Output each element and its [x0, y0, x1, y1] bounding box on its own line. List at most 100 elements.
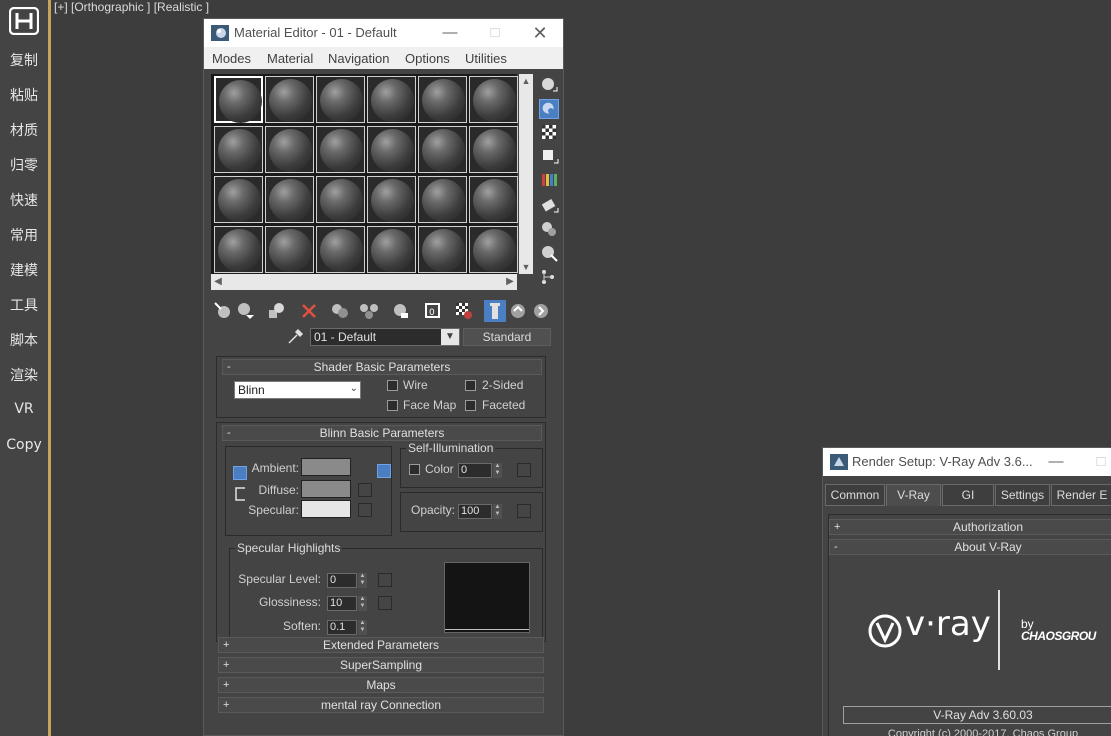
authorization-rollout[interactable]: + Authorization	[829, 519, 1111, 535]
sidebar-item-modeling[interactable]: 建模	[0, 260, 48, 280]
material-editor-titlebar[interactable]: Material Editor - 01 - Default — □ ✕	[204, 19, 563, 47]
slots-vertical-scrollbar[interactable]: ▲ ▼	[519, 74, 533, 274]
shader-rollout-header[interactable]: - Shader Basic Parameters	[222, 359, 542, 375]
material-sample-slot[interactable]	[418, 76, 467, 123]
material-sample-slot[interactable]	[418, 126, 467, 173]
scroll-down-arrow-icon[interactable]: ▼	[519, 260, 533, 274]
put-to-library-icon[interactable]	[389, 300, 411, 322]
menu-material[interactable]: Material	[267, 51, 313, 66]
material-sample-slot[interactable]	[469, 226, 518, 273]
specular-level-field[interactable]: 0	[327, 573, 357, 588]
sidebar-item-render[interactable]: 渲染	[0, 365, 48, 385]
material-sample-slot[interactable]	[265, 76, 314, 123]
minimize-button[interactable]: —	[1046, 452, 1066, 472]
sample-type-sphere-icon[interactable]	[539, 75, 559, 95]
get-material-icon[interactable]	[212, 300, 234, 322]
material-sample-slot[interactable]	[418, 226, 467, 273]
opacity-spinner-arrows-icon[interactable]: ▲ ▼	[493, 504, 502, 519]
video-color-check-icon[interactable]	[539, 170, 559, 190]
self-illum-color-checkbox[interactable]	[409, 464, 420, 475]
slots-horizontal-scrollbar[interactable]: ◀ ▶	[211, 274, 517, 290]
material-sample-slot[interactable]	[316, 76, 365, 123]
material-sample-slot[interactable]	[316, 176, 365, 223]
material-name-field[interactable]: 01 - Default	[310, 328, 460, 346]
show-end-result-icon[interactable]	[484, 300, 506, 322]
material-sample-slot[interactable]	[316, 226, 365, 273]
material-id-channel-icon[interactable]: 0	[422, 300, 444, 322]
extended-parameters-rollout[interactable]: + Extended Parameters	[218, 637, 544, 653]
material-sample-slot[interactable]	[367, 176, 416, 223]
specular-map-button[interactable]	[358, 503, 372, 517]
maximize-button[interactable]: □	[1091, 452, 1111, 472]
sidebar-item-vr[interactable]: VR	[0, 401, 48, 417]
material-sample-slot[interactable]	[214, 226, 263, 273]
opacity-value-field[interactable]: 100	[458, 504, 492, 519]
sidebar-item-common[interactable]: 常用	[0, 225, 48, 245]
sidebar-item-scripts[interactable]: 脚本	[0, 330, 48, 350]
sidebar-item-copy-en[interactable]: Copy	[0, 437, 48, 453]
lock-diffuse-map-icon[interactable]	[377, 464, 391, 478]
glossiness-spinner-arrows-icon[interactable]: ▲ ▼	[358, 596, 367, 611]
menu-navigation[interactable]: Navigation	[328, 51, 389, 66]
3ds-max-logo-icon[interactable]	[9, 7, 39, 35]
mental-ray-connection-rollout[interactable]: + mental ray Connection	[218, 697, 544, 713]
copy-material-icon[interactable]	[329, 300, 351, 322]
blinn-rollout-header[interactable]: - Blinn Basic Parameters	[222, 425, 542, 441]
material-sample-slot[interactable]	[265, 126, 314, 173]
wire-checkbox[interactable]	[387, 380, 398, 391]
material-name-dropdown-arrow-icon[interactable]: ▼	[441, 329, 459, 345]
specular-level-spinner-arrows-icon[interactable]: ▲ ▼	[358, 573, 367, 588]
diffuse-color-swatch[interactable]	[301, 480, 351, 498]
sidebar-item-tools[interactable]: 工具	[0, 295, 48, 315]
opacity-map-button[interactable]	[517, 504, 531, 518]
material-sample-slot[interactable]	[265, 226, 314, 273]
pick-material-eyedropper-icon[interactable]	[286, 328, 304, 346]
material-sample-slot[interactable]	[469, 126, 518, 173]
tab-render-elements[interactable]: Render E	[1051, 484, 1111, 506]
show-shaded-material-icon[interactable]	[453, 300, 475, 322]
material-map-navigator-icon[interactable]	[539, 267, 559, 287]
tab-gi[interactable]: GI	[942, 484, 994, 506]
shader-type-select[interactable]: Blinn ⌄	[234, 381, 361, 399]
specular-color-swatch[interactable]	[301, 500, 351, 518]
face-map-checkbox[interactable]	[387, 400, 398, 411]
material-sample-slot[interactable]	[469, 76, 518, 123]
material-sample-slot[interactable]	[367, 226, 416, 273]
reset-map-icon[interactable]	[298, 300, 320, 322]
scroll-right-arrow-icon[interactable]: ▶	[503, 274, 517, 290]
material-options-icon[interactable]	[539, 219, 559, 239]
background-checker-icon[interactable]	[539, 122, 559, 142]
make-preview-icon[interactable]	[539, 195, 559, 215]
self-illum-value-field[interactable]: 0	[458, 463, 492, 478]
sidebar-item-reset[interactable]: 归零	[0, 155, 48, 175]
material-sample-slot[interactable]	[265, 176, 314, 223]
maps-rollout[interactable]: + Maps	[218, 677, 544, 693]
render-setup-titlebar[interactable]: Render Setup: V-Ray Adv 3.6... — □	[823, 448, 1111, 476]
material-sample-slot[interactable]	[418, 176, 467, 223]
menu-options[interactable]: Options	[405, 51, 450, 66]
soften-spinner-arrows-icon[interactable]: ▲ ▼	[358, 620, 367, 635]
sidebar-item-material[interactable]: 材质	[0, 120, 48, 140]
supersampling-rollout[interactable]: + SuperSampling	[218, 657, 544, 673]
material-sample-slot[interactable]	[214, 126, 263, 173]
menu-utilities[interactable]: Utilities	[465, 51, 507, 66]
two-sided-checkbox[interactable]	[465, 380, 476, 391]
soften-field[interactable]: 0.1	[327, 620, 357, 635]
self-illum-map-button[interactable]	[517, 463, 531, 477]
sample-uv-tiling-icon[interactable]	[539, 146, 559, 166]
viewport-label[interactable]: [+] [Orthographic ] [Realistic ]	[54, 0, 209, 14]
material-sample-slot[interactable]	[367, 76, 416, 123]
go-forward-to-sibling-icon[interactable]	[530, 300, 552, 322]
self-illum-spinner-arrows-icon[interactable]: ▲ ▼	[493, 463, 502, 478]
sidebar-item-quick[interactable]: 快速	[0, 190, 48, 210]
scroll-left-arrow-icon[interactable]: ◀	[211, 274, 225, 290]
scroll-up-arrow-icon[interactable]: ▲	[519, 74, 533, 88]
diffuse-map-button[interactable]	[358, 483, 372, 497]
put-material-to-scene-icon[interactable]	[235, 300, 257, 322]
make-unique-icon[interactable]	[358, 300, 380, 322]
minimize-button[interactable]: —	[440, 23, 460, 43]
sidebar-item-copy[interactable]: 复制	[0, 50, 48, 70]
faceted-checkbox[interactable]	[465, 400, 476, 411]
ambient-color-swatch[interactable]	[301, 458, 351, 476]
glossiness-field[interactable]: 10	[327, 596, 357, 611]
